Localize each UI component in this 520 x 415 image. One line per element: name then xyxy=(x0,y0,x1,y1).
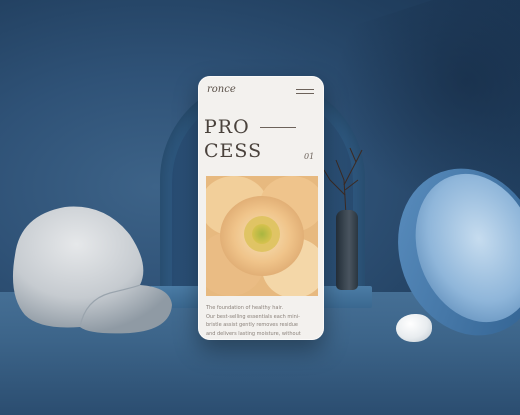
page-title-line2: CESS xyxy=(204,140,263,162)
brand-logo[interactable]: ronce xyxy=(207,84,236,95)
title-divider xyxy=(260,127,296,128)
page-title-line1: PRO xyxy=(204,116,250,138)
caption-line: and delivers lasting moisture, without xyxy=(206,330,301,337)
page-number: 01 xyxy=(304,152,315,161)
caption-line: bristle assist gently removes residue xyxy=(206,322,298,328)
caption-line: The foundation of healthy hair. xyxy=(206,305,284,311)
caption-line: Our best-selling essentials each mini- xyxy=(206,313,300,320)
hamburger-menu-icon[interactable] xyxy=(296,89,314,97)
flower-photo xyxy=(206,176,318,296)
phone-mockup: ronce PRO CESS 01 The foundation of heal… xyxy=(198,76,324,340)
twigs xyxy=(323,147,363,216)
bowl xyxy=(398,168,520,336)
rock xyxy=(12,206,173,334)
vase xyxy=(336,210,358,290)
pebble xyxy=(396,314,432,342)
caption-text: The foundation of healthy hair. Our best… xyxy=(206,304,318,338)
